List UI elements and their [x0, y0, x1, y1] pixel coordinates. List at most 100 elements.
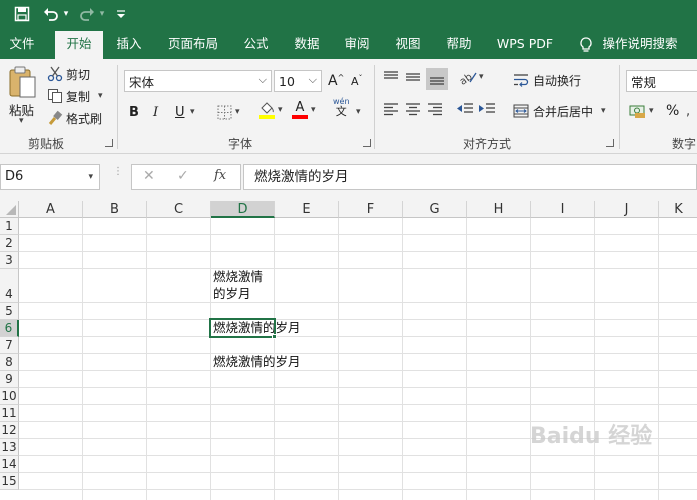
font-group-label: 字体: [228, 137, 253, 151]
tab-wps-pdf[interactable]: WPS PDF: [490, 28, 560, 59]
column-header-e[interactable]: E: [275, 201, 339, 218]
phonetic-guide-button[interactable]: wén 文: [333, 97, 350, 127]
row-header-13[interactable]: 13: [0, 439, 19, 456]
row-header-9[interactable]: 9: [0, 371, 19, 388]
enter-icon[interactable]: ✓: [177, 168, 189, 184]
row-header-12[interactable]: 12: [0, 422, 19, 439]
scissors-icon: [46, 65, 64, 83]
align-top-button[interactable]: [382, 69, 402, 89]
tab-review[interactable]: 审阅: [336, 28, 378, 59]
fill-color-button[interactable]: ▾: [258, 99, 283, 121]
worksheet-grid[interactable]: A B C D E F G H I J K 1 2 3 4 5 6 7 8 9 …: [0, 201, 697, 500]
resize-handle-icon[interactable]: ⋮: [113, 167, 123, 185]
name-box-dropdown-icon[interactable]: ▾: [88, 165, 93, 189]
format-painter-button[interactable]: 格式刷: [46, 107, 102, 129]
paste-button[interactable]: 粘贴 ▾: [6, 63, 40, 126]
column-header-f[interactable]: F: [339, 201, 403, 218]
active-cell-d6[interactable]: [209, 318, 276, 338]
italic-button[interactable]: I: [153, 101, 158, 123]
underline-dropdown-icon[interactable]: ▾: [190, 101, 195, 123]
decrease-indent-button[interactable]: [456, 101, 476, 121]
shrink-font-button[interactable]: Aˇ: [351, 70, 363, 92]
row-header-4[interactable]: 4: [0, 269, 19, 303]
align-right-button[interactable]: [426, 101, 446, 121]
tab-insert[interactable]: 插入: [108, 28, 150, 59]
align-center-button[interactable]: [404, 101, 424, 121]
row-header-15[interactable]: 15: [0, 473, 19, 490]
number-format-select[interactable]: 常规: [626, 70, 697, 92]
customize-icon[interactable]: [114, 0, 128, 28]
tell-me-search[interactable]: 操作说明搜索: [600, 28, 680, 59]
row-header-2[interactable]: 2: [0, 235, 19, 252]
tab-data[interactable]: 数据: [286, 28, 328, 59]
column-header-i[interactable]: I: [531, 201, 595, 218]
orientation-button[interactable]: ab ▾: [458, 69, 486, 89]
redo-icon[interactable]: [78, 0, 96, 28]
row-header-1[interactable]: 1: [0, 218, 19, 235]
font-color-button[interactable]: A ▾: [291, 99, 316, 121]
row-header-5[interactable]: 5: [0, 303, 19, 320]
increase-indent-button[interactable]: [478, 101, 498, 121]
select-all-corner[interactable]: [0, 201, 19, 218]
cut-button[interactable]: 剪切: [46, 63, 90, 85]
copy-dropdown-icon[interactable]: ▾: [98, 91, 103, 101]
bold-button[interactable]: B: [129, 101, 139, 123]
save-icon[interactable]: [12, 0, 32, 28]
tab-view[interactable]: 视图: [387, 28, 429, 59]
gridline: [19, 319, 697, 320]
row-header-8[interactable]: 8: [0, 354, 19, 371]
align-bottom-button[interactable]: [426, 68, 448, 90]
merge-center-button[interactable]: 合并后居中 ▾: [512, 100, 606, 122]
fill-handle[interactable]: [272, 334, 277, 339]
phonetic-dropdown-icon[interactable]: ▾: [356, 101, 361, 123]
font-launcher-icon[interactable]: [363, 139, 371, 147]
column-header-h[interactable]: H: [467, 201, 531, 218]
column-header-d[interactable]: D: [211, 201, 275, 218]
gridline: [338, 218, 339, 500]
grow-font-button[interactable]: A ^: [328, 70, 344, 92]
wrap-text-button[interactable]: 自动换行: [512, 69, 581, 91]
percent-button[interactable]: %: [666, 100, 679, 122]
tab-file[interactable]: 文件: [0, 28, 44, 59]
font-name-select[interactable]: 宋体 ⌵: [124, 70, 272, 92]
align-left-button[interactable]: [382, 101, 402, 121]
clipboard-launcher-icon[interactable]: [105, 139, 113, 147]
column-header-b[interactable]: B: [83, 201, 147, 218]
formula-input[interactable]: 燃烧激情的岁月: [243, 164, 697, 190]
gridline: [210, 218, 211, 500]
underline-button[interactable]: U: [175, 101, 185, 123]
tab-help[interactable]: 帮助: [438, 28, 480, 59]
tab-page-layout[interactable]: 页面布局: [160, 28, 226, 59]
row-header-10[interactable]: 10: [0, 388, 19, 405]
row-header-3[interactable]: 3: [0, 252, 19, 269]
column-header-j[interactable]: J: [595, 201, 659, 218]
comma-style-button[interactable]: ,: [686, 100, 690, 122]
column-header-k[interactable]: K: [659, 201, 697, 218]
row-header-14[interactable]: 14: [0, 456, 19, 473]
font-size-select[interactable]: 10 ⌵: [274, 70, 322, 92]
tab-home[interactable]: 开始: [55, 31, 103, 59]
cancel-icon[interactable]: ✕: [143, 168, 155, 184]
increase-indent-icon: [479, 103, 495, 113]
column-header-a[interactable]: A: [19, 201, 83, 218]
gridline: [19, 268, 697, 269]
undo-icon[interactable]: [42, 0, 60, 28]
undo-dropdown-icon[interactable]: ▾: [61, 0, 71, 28]
select-all-icon: [6, 205, 16, 215]
redo-dropdown-icon[interactable]: ▾: [97, 0, 107, 28]
alignment-launcher-icon[interactable]: [606, 139, 614, 147]
copy-button[interactable]: 复制 ▾: [46, 85, 103, 107]
row-header-6[interactable]: 6: [0, 320, 19, 337]
font-name-value: 宋体: [129, 74, 155, 90]
insert-function-button[interactable]: fx: [214, 168, 226, 183]
tab-formulas[interactable]: 公式: [235, 28, 277, 59]
name-box[interactable]: D6 ▾: [0, 164, 100, 190]
lightbulb-icon[interactable]: [576, 28, 596, 59]
column-header-g[interactable]: G: [403, 201, 467, 218]
accounting-format-button[interactable]: ▾: [629, 100, 654, 122]
column-header-c[interactable]: C: [147, 201, 211, 218]
borders-button[interactable]: ▾: [215, 101, 240, 123]
align-middle-button[interactable]: [404, 69, 424, 89]
row-header-7[interactable]: 7: [0, 337, 19, 354]
row-header-11[interactable]: 11: [0, 405, 19, 422]
